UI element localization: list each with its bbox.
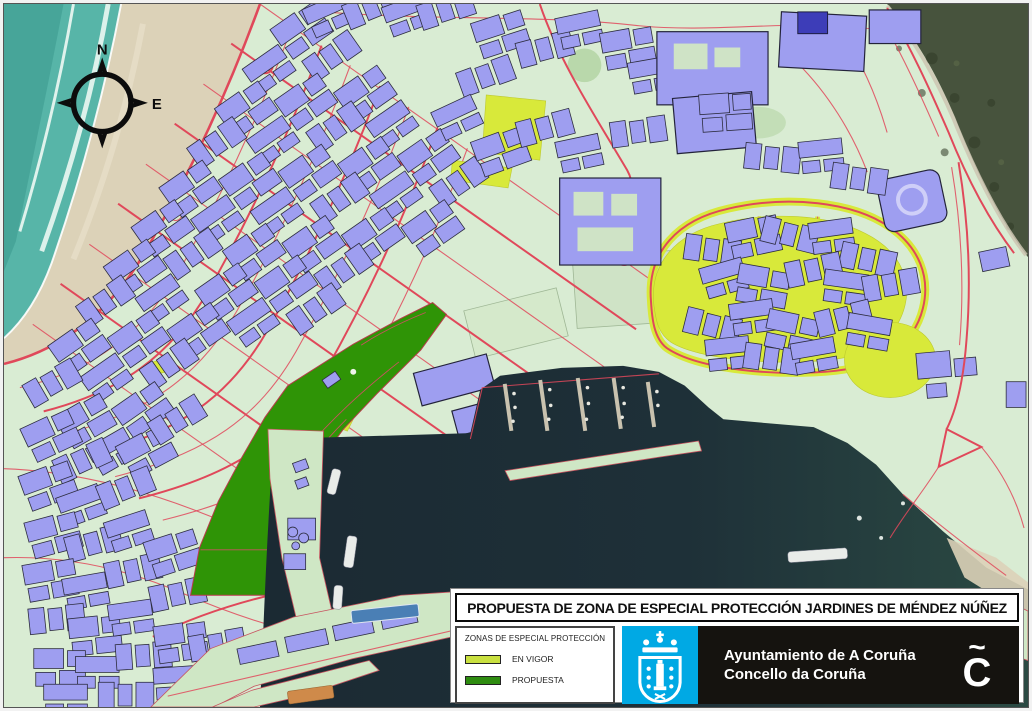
- coruna-c-logo-icon: ~ C: [935, 641, 1019, 690]
- city-logo: Ayuntamiento de A Coruña Concello da Cor…: [622, 626, 1019, 704]
- legend-box: ZONAS DE ESPECIAL PROTECCIÓN EN VIGOR PR…: [455, 626, 615, 704]
- legend-swatch-propuesta: [465, 676, 501, 685]
- compass-east-label: E: [152, 97, 162, 113]
- org-name: Ayuntamiento de A Coruña Concello da Cor…: [724, 646, 935, 685]
- legend-item-propuesta: PROPUESTA: [465, 675, 613, 685]
- legend-label-en-vigor: EN VIGOR: [512, 654, 554, 664]
- org-name-line2: Concello da Coruña: [724, 665, 935, 685]
- map-title: PROPUESTA DE ZONA DE ESPECIAL PROTECCIÓN…: [455, 593, 1019, 622]
- compass-north-label: N: [97, 42, 108, 58]
- org-name-line1: Ayuntamiento de A Coruña: [724, 646, 935, 666]
- legend-swatch-en-vigor: [465, 655, 501, 664]
- legend-title: ZONAS DE ESPECIAL PROTECCIÓN: [457, 634, 613, 643]
- legend-item-en-vigor: EN VIGOR: [465, 654, 613, 664]
- logo-black-bar: Ayuntamiento de A Coruña Concello da Cor…: [698, 626, 1019, 704]
- map-viewport: N E PROPUESTA DE ZONA DE ESPECIAL PROTEC…: [3, 3, 1029, 708]
- info-panel: PROPUESTA DE ZONA DE ESPECIAL PROTECCIÓN…: [450, 588, 1024, 703]
- coat-of-arms-icon: [622, 626, 698, 704]
- legend-label-propuesta: PROPUESTA: [512, 675, 564, 685]
- map-sheet: N E PROPUESTA DE ZONA DE ESPECIAL PROTEC…: [0, 0, 1032, 711]
